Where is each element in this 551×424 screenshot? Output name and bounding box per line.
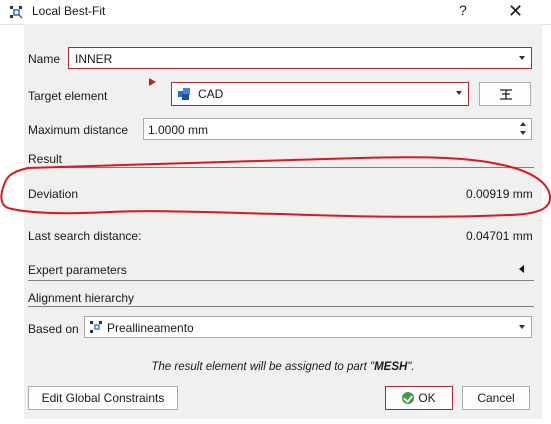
cad-icon bbox=[178, 88, 190, 100]
name-value: INNER bbox=[75, 52, 113, 66]
spin-down-icon[interactable] bbox=[520, 131, 526, 135]
assignment-note: The result element will be assigned to p… bbox=[24, 361, 542, 373]
result-divider bbox=[28, 167, 534, 168]
note-part: MESH bbox=[374, 361, 408, 373]
alignment-divider bbox=[28, 306, 534, 307]
result-section-label: Result bbox=[28, 152, 63, 166]
based-on-combo[interactable]: Preallineamento bbox=[84, 316, 532, 338]
expert-divider bbox=[28, 280, 534, 281]
alignment-hierarchy-label: Alignment hierarchy bbox=[28, 291, 135, 305]
help-button[interactable]: ? bbox=[459, 2, 467, 18]
expert-parameters-label[interactable]: Expert parameters bbox=[28, 263, 127, 277]
edit-global-constraints-button[interactable]: Edit Global Constraints bbox=[28, 386, 178, 410]
spin-up-icon[interactable] bbox=[520, 122, 526, 126]
dialog-body: Name INNER Target element CAD Maximum di… bbox=[24, 24, 542, 419]
max-distance-spinbox[interactable]: 1.0000 mm bbox=[143, 118, 532, 140]
pick-element-button[interactable] bbox=[479, 82, 531, 106]
pointer-arrow-icon bbox=[149, 78, 156, 86]
ok-label: OK bbox=[418, 391, 436, 405]
last-search-value: 0.04701 mm bbox=[466, 229, 533, 243]
chevron-down-icon bbox=[519, 56, 525, 60]
chevron-down-icon bbox=[456, 91, 462, 95]
alignment-icon bbox=[90, 321, 102, 333]
pick-element-icon bbox=[500, 89, 512, 100]
name-combo[interactable]: INNER bbox=[68, 47, 532, 69]
name-label: Name bbox=[28, 52, 61, 66]
deviation-value: 0.00919 mm bbox=[466, 187, 533, 201]
check-circle-icon bbox=[402, 392, 415, 404]
target-element-combo[interactable]: CAD bbox=[171, 82, 469, 106]
best-fit-app-icon bbox=[10, 6, 23, 19]
cancel-button[interactable]: Cancel bbox=[462, 386, 530, 410]
deviation-label: Deviation bbox=[28, 187, 79, 201]
window-title: Local Best-Fit bbox=[32, 4, 106, 18]
edit-global-constraints-label: Edit Global Constraints bbox=[41, 391, 165, 405]
right-margin bbox=[542, 24, 551, 424]
note-suffix: ". bbox=[407, 361, 415, 373]
based-on-value: Preallineamento bbox=[107, 321, 194, 335]
title-bar: Local Best-Fit ? ✕ bbox=[0, 0, 551, 25]
max-distance-label: Maximum distance bbox=[28, 123, 129, 137]
last-search-label: Last search distance: bbox=[28, 229, 142, 243]
cancel-label: Cancel bbox=[477, 391, 515, 405]
max-distance-value: 1.0000 mm bbox=[148, 123, 209, 137]
left-margin bbox=[0, 24, 24, 424]
based-on-label: Based on bbox=[28, 322, 79, 336]
close-button[interactable]: ✕ bbox=[508, 0, 523, 22]
target-element-value: CAD bbox=[198, 87, 224, 101]
ok-button[interactable]: OK bbox=[385, 386, 453, 410]
chevron-down-icon bbox=[519, 325, 525, 329]
note-prefix: The result element will be assigned to p… bbox=[151, 361, 375, 373]
expand-arrow-icon[interactable] bbox=[519, 265, 524, 273]
target-element-label: Target element bbox=[28, 89, 108, 103]
